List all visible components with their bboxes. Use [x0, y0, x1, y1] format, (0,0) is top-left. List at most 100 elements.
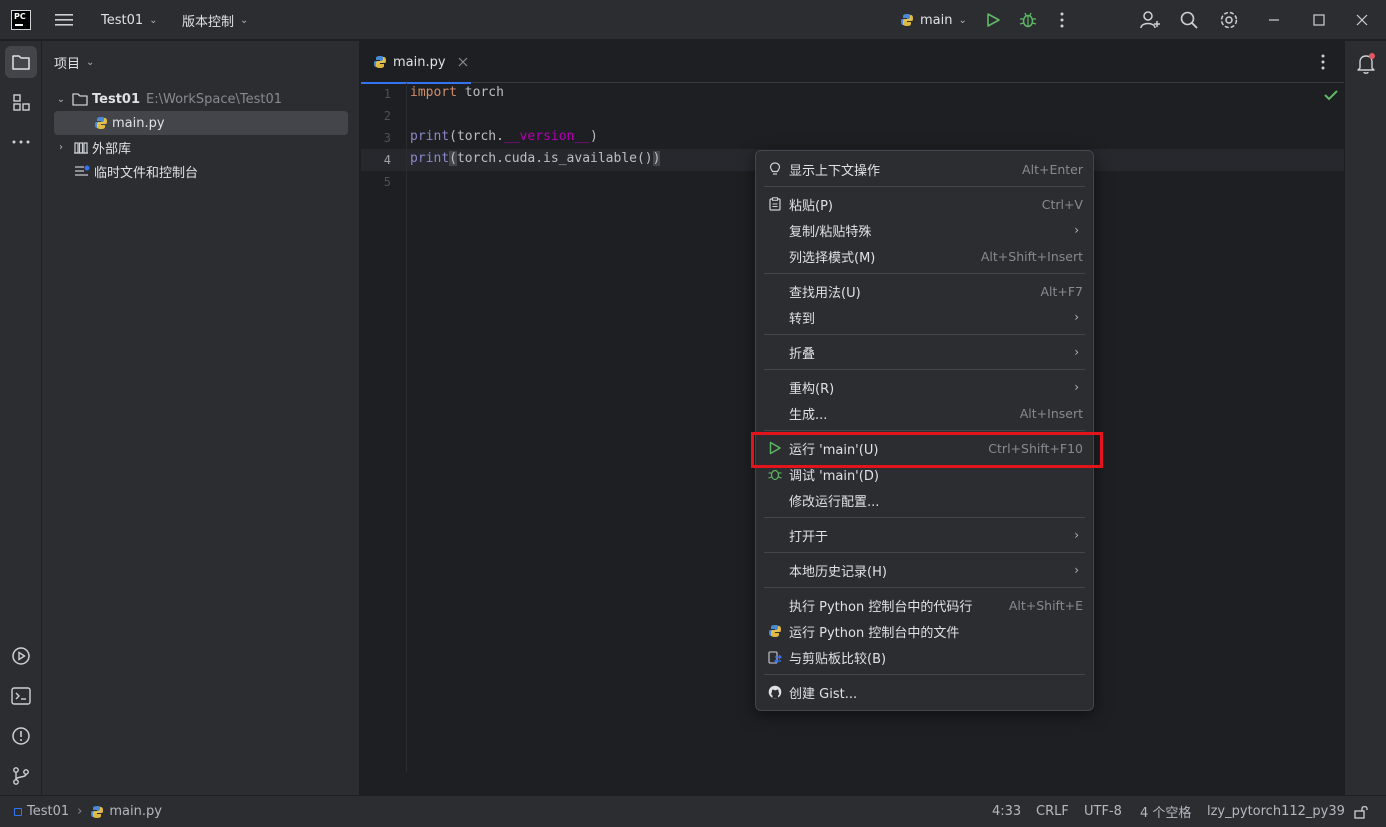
menu-item-find-usages[interactable]: 查找用法(U) Alt+F7: [756, 278, 1093, 304]
title-bar: PC Test01 ⌄ 版本控制 ⌄ main ⌄: [0, 0, 1386, 40]
checkmark-icon: [1324, 90, 1338, 101]
structure-icon: [13, 94, 30, 111]
inspection-ok-icon[interactable]: [1324, 89, 1338, 105]
menu-item-paste[interactable]: 粘贴(P) Ctrl+V: [756, 191, 1093, 217]
line-number: 1: [383, 87, 391, 101]
tree-external-libraries[interactable]: › 外部库: [54, 135, 348, 159]
indent-setting[interactable]: 4 个空格: [1140, 796, 1191, 827]
code-line-3[interactable]: print(torch.__version__): [410, 129, 598, 144]
problems-tool-button[interactable]: [5, 720, 37, 752]
run-config-selector[interactable]: main ⌄: [900, 0, 967, 40]
code-text: torch.cuda.is_available(): [456, 151, 653, 166]
breadcrumb-project[interactable]: Test01: [27, 804, 69, 819]
terminal-tool-button[interactable]: [5, 680, 37, 712]
tab-label: main.py: [393, 54, 446, 70]
breadcrumb-separator-icon: ›: [77, 804, 83, 819]
root-folder-name: Test01: [92, 91, 141, 107]
project-name: Test01: [101, 12, 144, 28]
menu-item-execute-line-in-console[interactable]: 执行 Python 控制台中的代码行 Alt+Shift+E: [756, 592, 1093, 618]
chevron-down-icon: ⌄: [240, 14, 249, 26]
menu-label: 查找用法(U): [789, 285, 861, 301]
editor-context-menu: 显示上下文操作 Alt+Enter 粘贴(P) Ctrl+V 复制/粘贴特殊 ›…: [755, 150, 1094, 711]
menu-label: 重构(R): [789, 381, 835, 397]
more-vertical-icon: [1321, 54, 1325, 70]
line-separator[interactable]: CRLF: [1036, 796, 1069, 827]
read-only-toggle[interactable]: [1354, 796, 1368, 827]
hamburger-icon: [55, 14, 73, 26]
structure-tool-button[interactable]: [5, 86, 37, 118]
matched-bracket: (: [449, 151, 457, 166]
submenu-arrow-icon: ›: [1074, 380, 1079, 394]
menu-item-create-gist[interactable]: 创建 Gist...: [756, 679, 1093, 705]
menu-item-go-to[interactable]: 转到 ›: [756, 304, 1093, 330]
github-icon: [768, 685, 782, 699]
services-tool-button[interactable]: [5, 640, 37, 672]
scratches-icon: [75, 165, 90, 176]
search-icon: [1180, 11, 1198, 29]
python-icon: [768, 624, 782, 638]
menu-separator: [764, 674, 1085, 675]
notifications-button[interactable]: [1356, 53, 1376, 79]
menu-item-local-history[interactable]: 本地历史记录(H) ›: [756, 557, 1093, 583]
settings-button[interactable]: [1219, 0, 1239, 40]
main-menu-button[interactable]: [55, 0, 73, 40]
run-button[interactable]: [985, 0, 1001, 40]
left-tool-strip: [0, 41, 42, 795]
menu-item-refactor[interactable]: 重构(R) ›: [756, 374, 1093, 400]
compare-clipboard-icon: [768, 650, 782, 664]
close-tab-icon[interactable]: [458, 57, 468, 67]
python-icon: [901, 14, 913, 26]
breadcrumb[interactable]: Test01 › main.py: [14, 796, 162, 827]
maximize-button[interactable]: [1313, 0, 1325, 40]
tree-file-main-py[interactable]: main.py: [54, 111, 348, 135]
code-line-4[interactable]: print(torch.cuda.is_available()): [410, 151, 661, 166]
project-tool-button[interactable]: [5, 46, 37, 78]
code-line-1[interactable]: import torch: [410, 85, 504, 100]
more-tools-button[interactable]: [5, 126, 37, 158]
more-vertical-icon: [1060, 12, 1064, 28]
menu-label: 列选择模式(M): [789, 250, 876, 266]
breadcrumb-file[interactable]: main.py: [109, 804, 162, 819]
caret-position[interactable]: 4:33: [992, 796, 1021, 827]
more-actions-button[interactable]: [1060, 0, 1064, 40]
bell-icon: [1357, 53, 1375, 74]
menu-item-compare-with-clipboard[interactable]: 与剪贴板比较(B): [756, 644, 1093, 670]
root-folder-path: E:\WorkSpace\Test01: [146, 91, 283, 107]
menu-item-generate[interactable]: 生成... Alt+Insert: [756, 400, 1093, 426]
tab-options-button[interactable]: [1321, 54, 1325, 74]
file-encoding[interactable]: UTF-8: [1084, 796, 1122, 827]
menu-label: 本地历史记录(H): [789, 564, 887, 580]
tab-main-py[interactable]: main.py: [361, 41, 471, 84]
menu-label: 执行 Python 控制台中的代码行: [789, 599, 973, 615]
chevron-down-icon: ⌄: [149, 14, 158, 26]
project-panel-title[interactable]: 项目 ⌄: [54, 53, 94, 72]
menu-item-column-selection[interactable]: 列选择模式(M) Alt+Shift+Insert: [756, 243, 1093, 269]
search-button[interactable]: [1180, 0, 1198, 40]
chevron-down-icon: ⌄: [958, 14, 967, 26]
menu-item-modify-run-config[interactable]: 修改运行配置...: [756, 487, 1093, 513]
debug-bug-icon: [1019, 12, 1037, 28]
submenu-arrow-icon: ›: [1074, 345, 1079, 359]
menu-label: 打开于: [789, 529, 829, 545]
menu-item-show-context-actions[interactable]: 显示上下文操作 Alt+Enter: [756, 156, 1093, 182]
git-branch-icon: [13, 767, 29, 785]
problems-icon: [12, 727, 30, 745]
folder-icon: [72, 93, 88, 106]
vcs-menu[interactable]: 版本控制 ⌄: [182, 0, 248, 40]
menu-item-folding[interactable]: 折叠 ›: [756, 339, 1093, 365]
debug-button[interactable]: [1019, 0, 1037, 40]
close-window-button[interactable]: [1356, 0, 1368, 40]
python-interpreter[interactable]: lzy_pytorch112_py39: [1207, 796, 1345, 827]
add-user-button[interactable]: [1140, 0, 1160, 40]
tree-scratches-consoles[interactable]: 临时文件和控制台: [54, 159, 348, 183]
minimize-button[interactable]: [1268, 0, 1280, 40]
tree-root-test01[interactable]: ⌄ Test01 E:\WorkSpace\Test01: [54, 87, 348, 111]
project-switcher[interactable]: Test01 ⌄: [101, 0, 158, 40]
menu-item-open-in[interactable]: 打开于 ›: [756, 522, 1093, 548]
code-text: (torch.: [449, 129, 504, 144]
submenu-arrow-icon: ›: [1074, 223, 1079, 237]
pycharm-logo-icon: PC: [11, 10, 31, 30]
menu-item-run-file-in-console[interactable]: 运行 Python 控制台中的文件: [756, 618, 1093, 644]
git-tool-button[interactable]: [5, 760, 37, 792]
menu-item-copy-paste-special[interactable]: 复制/粘贴特殊 ›: [756, 217, 1093, 243]
